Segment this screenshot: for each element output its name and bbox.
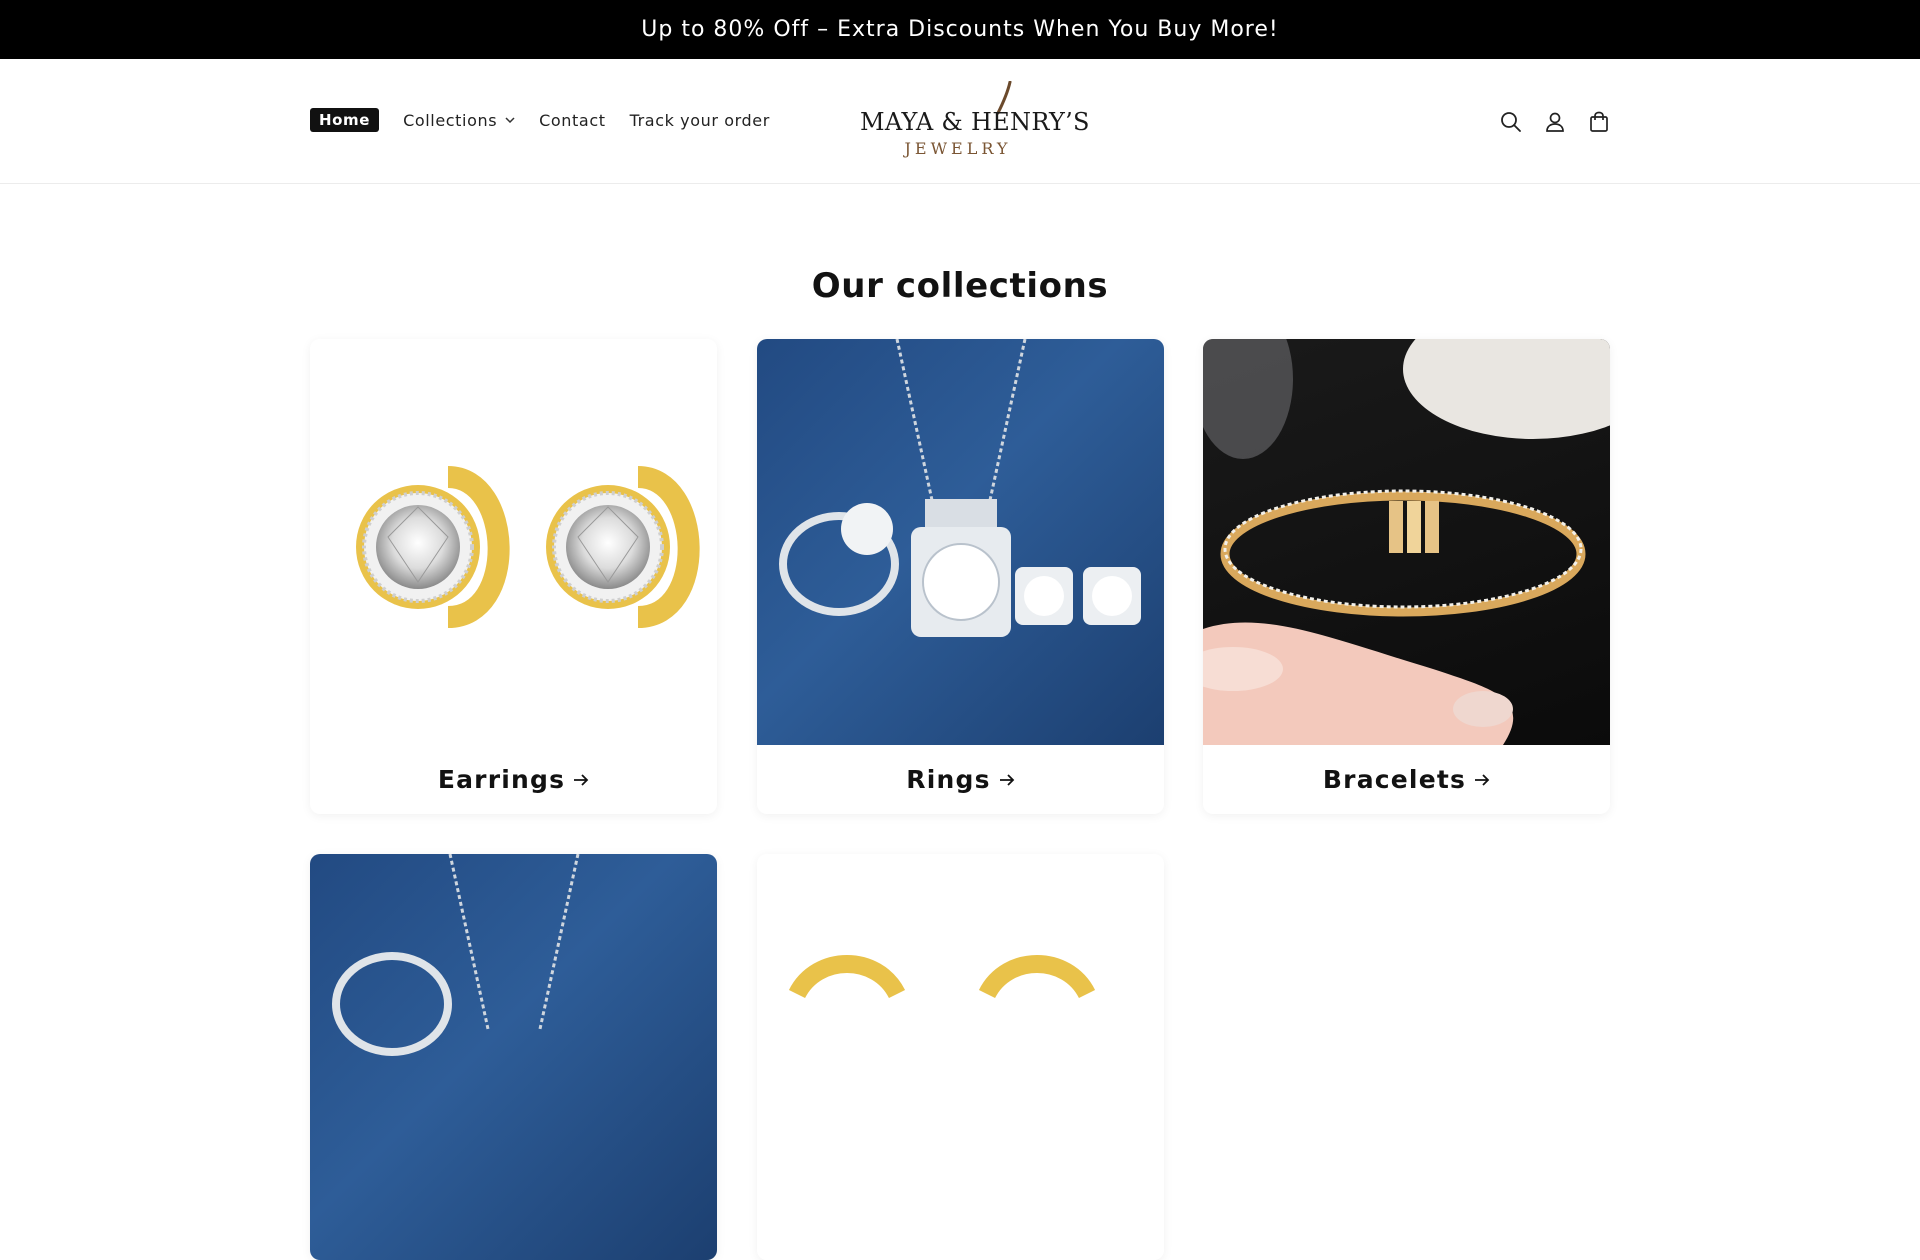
cart-icon — [1590, 111, 1608, 132]
arrow-right-icon — [573, 773, 589, 786]
collection-card-caption: Bracelets — [1203, 745, 1610, 814]
collection-card-label: Earrings — [437, 765, 566, 794]
sets-image — [310, 854, 717, 1260]
header-icons — [1496, 107, 1628, 137]
search-icon — [1501, 112, 1521, 132]
announcement-text: Up to 80% Off – Extra Discounts When You… — [641, 17, 1279, 42]
arrow-right-icon — [999, 773, 1015, 786]
site-logo[interactable]: MAYA & HENRY’S JEWELRY — [860, 81, 1090, 161]
collection-card-earrings[interactable]: Earrings — [310, 339, 717, 814]
chevron-down-icon — [505, 117, 515, 123]
nav-track-order[interactable]: Track your order — [630, 111, 770, 130]
collection-card-sets[interactable] — [310, 854, 717, 1260]
nav-collections-label: Collections — [403, 110, 498, 130]
collection-card-label: Rings — [906, 765, 991, 794]
account-icon — [1546, 112, 1564, 132]
collection-card-hoops[interactable] — [757, 854, 1164, 1260]
site-header: Home Collections Contact Track your orde… — [0, 59, 1920, 184]
nav-contact[interactable]: Contact — [539, 111, 605, 130]
bracelets-image — [1203, 339, 1610, 745]
earrings-image — [310, 339, 717, 745]
logo-subtitle: JEWELRY — [904, 139, 1012, 158]
main-nav: Home Collections Contact Track your orde… — [310, 108, 794, 132]
collection-card-caption: Earrings — [310, 745, 717, 814]
hoops-image — [757, 854, 1164, 1260]
search-button[interactable] — [1496, 107, 1526, 137]
nav-contact-label: Contact — [539, 110, 606, 130]
collection-card-label: Bracelets — [1322, 765, 1467, 794]
announcement-bar: Up to 80% Off – Extra Discounts When You… — [0, 0, 1920, 59]
page-title: Our collections — [811, 266, 1109, 306]
collection-card-caption: Rings — [757, 745, 1164, 814]
logo-wordmark: MAYA & HENRY’S — [860, 108, 1090, 136]
collection-card-rings[interactable]: Rings — [757, 339, 1164, 814]
nav-home[interactable]: Home — [310, 108, 380, 132]
arrow-right-icon — [1474, 773, 1490, 786]
nav-track-order-label: Track your order — [629, 110, 770, 130]
nav-collections[interactable]: Collections — [403, 111, 515, 130]
rings-image — [757, 339, 1164, 745]
cart-button[interactable] — [1584, 107, 1614, 137]
account-button[interactable] — [1540, 107, 1570, 137]
collection-card-bracelets[interactable]: Bracelets — [1203, 339, 1610, 814]
nav-home-label: Home — [319, 111, 371, 129]
